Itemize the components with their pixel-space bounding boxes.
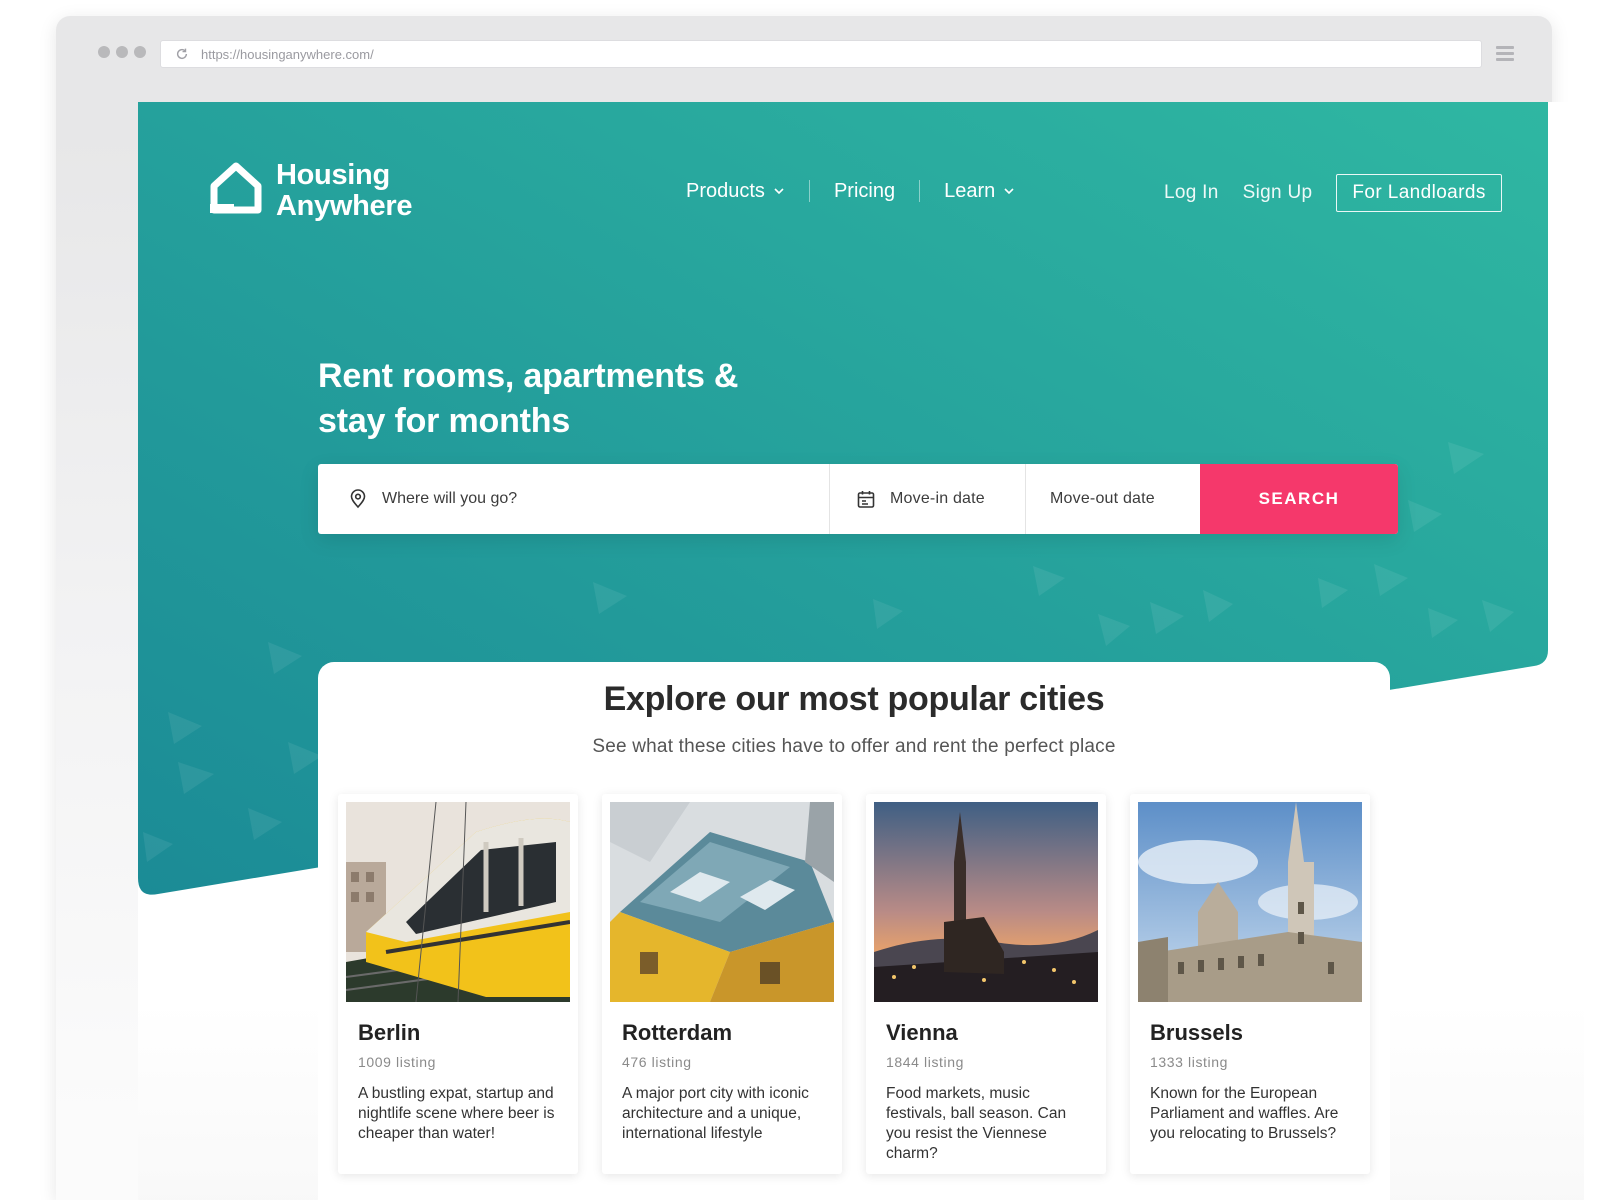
hero-line-1: Rent rooms, apartments &	[318, 357, 739, 395]
chevron-down-icon	[1004, 188, 1014, 195]
listing-count: 1844 listing	[886, 1054, 965, 1070]
section-title: Explore our most popular cities	[603, 680, 1105, 718]
hero-headline: Rent rooms, apartments & stay for months	[318, 354, 838, 444]
destination-input[interactable]	[382, 490, 782, 508]
search-bar: Move-in date Move-out date SEARCH	[318, 464, 1398, 534]
city-description: Food markets, music festivals, ball seas…	[886, 1085, 1067, 1162]
city-description: A major port city with iconic architectu…	[622, 1085, 809, 1142]
move-out-label: Move-out date	[1050, 490, 1155, 507]
housinganywhere-logo[interactable]: Housing Anywhere	[208, 159, 413, 222]
section-subtitle: See what these cities have to offer and …	[592, 736, 1116, 757]
menu-icon[interactable]	[1496, 46, 1514, 62]
nav-products-label: Products	[686, 179, 765, 202]
city-description: A bustling expat, startup and nightlife …	[358, 1085, 555, 1142]
signup-link[interactable]: Sign Up	[1243, 182, 1313, 204]
city-photo-berlin	[346, 802, 570, 1002]
city-card-brussels[interactable]: Brussels 1333 listing Known for the Euro…	[1130, 794, 1370, 1174]
listing-count: 1333 listing	[1150, 1054, 1229, 1070]
address-bar[interactable]: https://housinganywhere.com/	[160, 40, 1482, 68]
city-description: Known for the European Parliament and wa…	[1150, 1085, 1339, 1142]
city-card-berlin[interactable]: Berlin 1009 listing A bustling expat, st…	[338, 794, 578, 1174]
browser-window: https://housinganywhere.com/ Housing Any…	[56, 16, 1584, 1200]
calendar-icon	[857, 491, 875, 508]
move-in-date-field[interactable]: Move-in date	[830, 464, 1026, 534]
city-card-list: Berlin 1009 listing A bustling expat, st…	[338, 794, 1394, 1174]
auth-links: Log In Sign Up For Landloards	[1164, 174, 1502, 212]
destination-field[interactable]	[318, 464, 830, 534]
city-photo-vienna	[874, 802, 1098, 1002]
nav-pricing-label: Pricing	[833, 179, 896, 202]
logo-line-1: Housing	[276, 159, 390, 191]
nav-learn-label: Learn	[944, 179, 996, 202]
city-card-rotterdam[interactable]: Rotterdam 476 listing A major port city …	[602, 794, 842, 1174]
logo-line-2: Anywhere	[276, 190, 413, 222]
window-controls[interactable]	[98, 46, 146, 58]
city-photo-brussels	[1138, 802, 1362, 1002]
city-name: Berlin	[358, 1020, 421, 1045]
for-landlords-button[interactable]: For Landloards	[1336, 174, 1502, 212]
address-url[interactable]: https://housinganywhere.com/	[201, 47, 374, 62]
reload-icon[interactable]	[175, 47, 189, 61]
listing-count: 1009 listing	[358, 1054, 437, 1070]
main-nav: Products Pricing Learn	[686, 178, 1015, 204]
city-name: Rotterdam	[622, 1020, 733, 1045]
move-out-date-field[interactable]: Move-out date	[1026, 464, 1200, 534]
screenshot-stage: https://housinganywhere.com/ Housing Any…	[0, 0, 1600, 1200]
nav-learn[interactable]: Learn	[944, 180, 1015, 203]
nav-divider	[808, 180, 810, 202]
nav-products[interactable]: Products	[686, 180, 785, 203]
search-button[interactable]: SEARCH	[1200, 464, 1398, 534]
logo-wordmark: Housing Anywhere	[276, 159, 413, 222]
city-name: Vienna	[886, 1020, 958, 1045]
nav-divider	[919, 180, 921, 202]
window-dot[interactable]	[134, 46, 146, 58]
house-logo-icon	[210, 162, 262, 214]
move-in-label: Move-in date	[890, 490, 985, 507]
window-dot[interactable]	[116, 46, 128, 58]
location-pin-icon	[350, 489, 366, 509]
popular-cities-section: Explore our most popular cities See what…	[318, 662, 1390, 1200]
login-link[interactable]: Log In	[1164, 182, 1219, 204]
city-name: Brussels	[1150, 1020, 1243, 1045]
hero-line-2: stay for months	[318, 402, 571, 440]
listing-count: 476 listing	[622, 1054, 692, 1070]
chevron-down-icon	[774, 188, 784, 195]
window-dot[interactable]	[98, 46, 110, 58]
city-card-vienna[interactable]: Vienna 1844 listing Food markets, music …	[866, 794, 1106, 1174]
nav-pricing[interactable]: Pricing	[834, 180, 895, 203]
page-viewport: Housing Anywhere Products Pricing Learn	[138, 102, 1584, 1200]
city-photo-rotterdam	[610, 802, 834, 1002]
